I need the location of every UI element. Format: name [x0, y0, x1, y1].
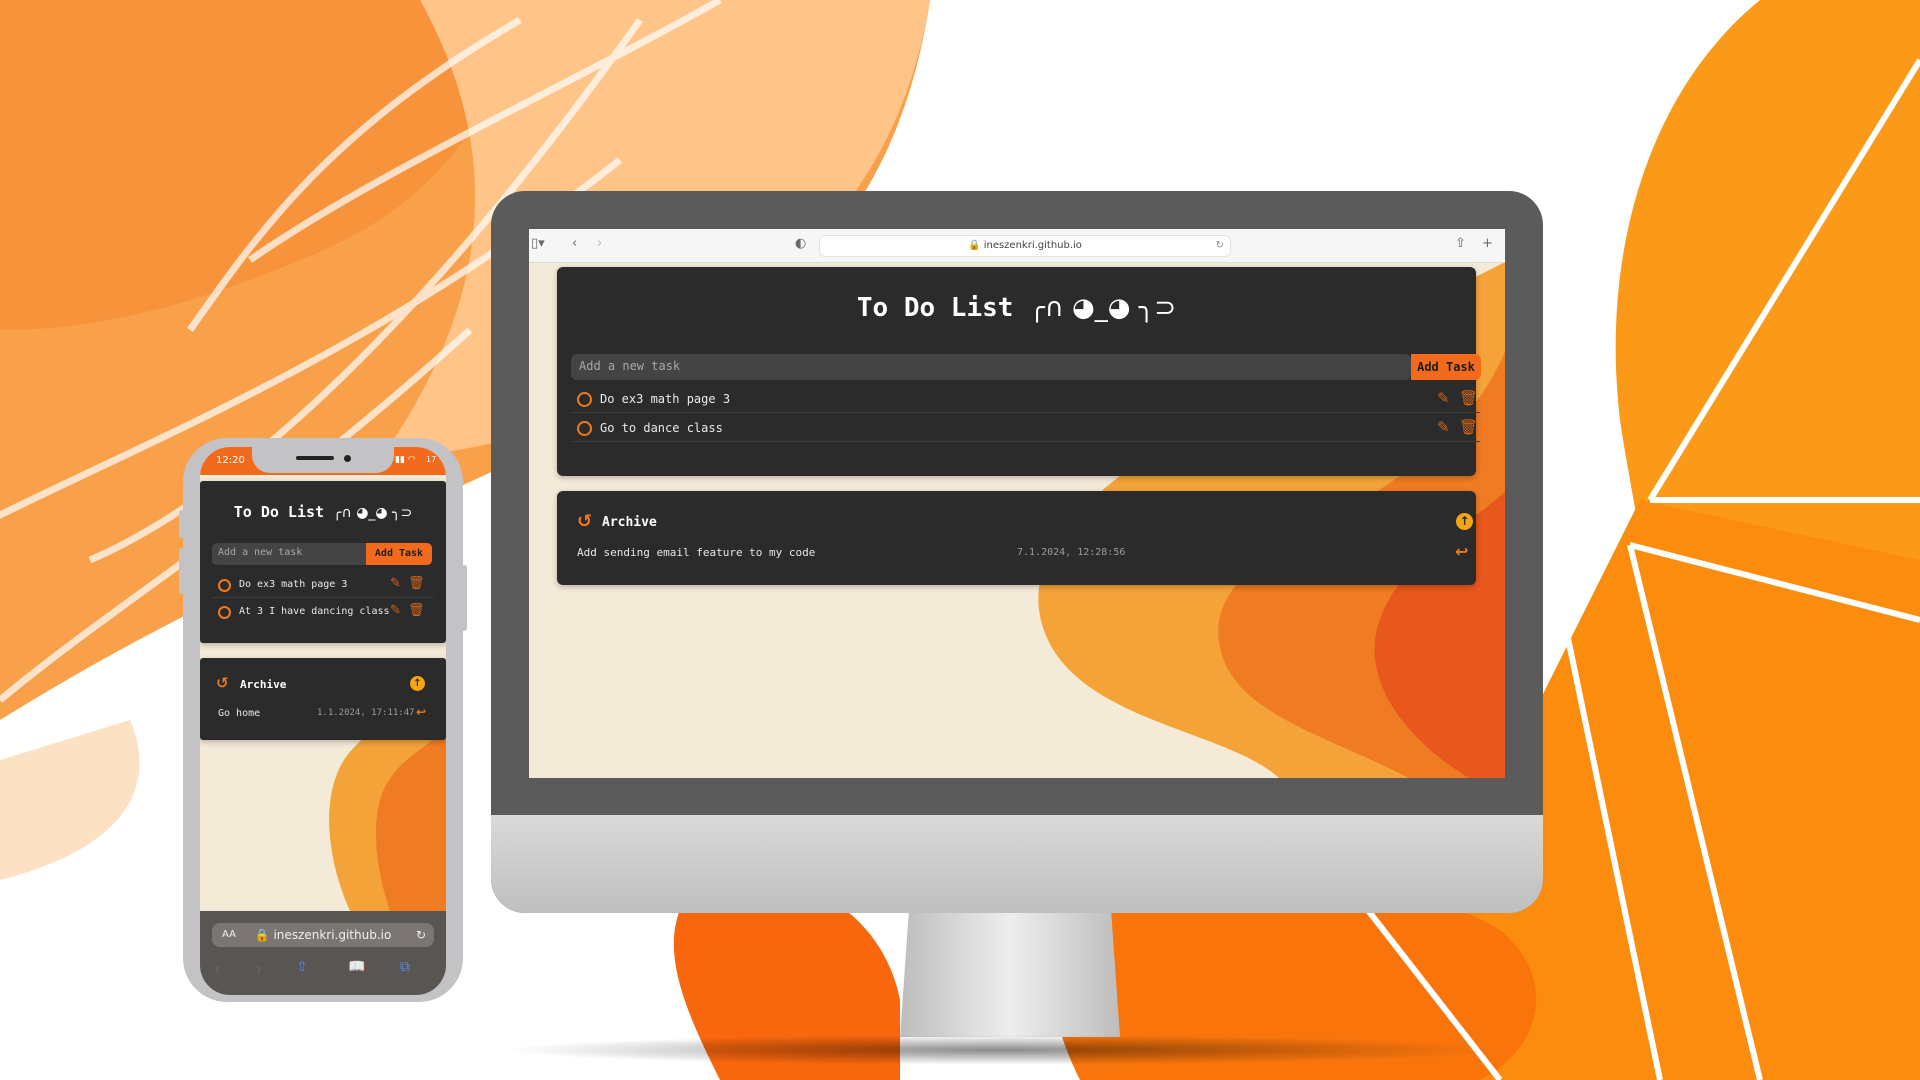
history-icon: ↺	[216, 674, 229, 692]
monitor-stand	[900, 912, 1120, 1037]
privacy-shield-icon[interactable]: ◐	[795, 236, 806, 251]
forward-icon[interactable]: ›	[256, 959, 262, 978]
bookmarks-icon[interactable]: 📖	[348, 959, 365, 975]
task-label: Go to dance class	[600, 421, 723, 435]
task-checkbox[interactable]	[218, 606, 231, 619]
new-task-input[interactable]: Add a new task	[212, 543, 366, 565]
lock-icon: 🔒	[968, 240, 981, 251]
add-task-button[interactable]: Add Task	[1411, 354, 1481, 380]
trash-icon[interactable]: 🗑	[408, 603, 425, 618]
url-text: ineszenkri.github.io	[273, 928, 392, 942]
task-checkbox[interactable]	[218, 579, 231, 592]
task-row: Do ex3 math page 3 ✎ 🗑	[212, 573, 434, 598]
title-face: ╭∩ ◕_◕ ╮⊃	[333, 505, 413, 521]
collapse-archive-button[interactable]: ↑	[410, 676, 425, 691]
edit-pencil-icon[interactable]: ✎	[390, 603, 401, 618]
url-text: ineszenkri.github.io	[983, 240, 1082, 251]
share-icon[interactable]: ⇧	[1455, 236, 1466, 251]
title-text: To Do List	[233, 503, 325, 521]
monitor-chin	[491, 815, 1543, 913]
input-placeholder: Add a new task	[218, 547, 303, 558]
todo-card: To Do List ╭∩ ◕_◕ ╮⊃ Add a new task Add …	[557, 267, 1481, 476]
trash-icon[interactable]: 🗑	[408, 576, 425, 591]
add-task-button[interactable]: Add Task	[366, 543, 432, 565]
edit-pencil-icon[interactable]: ✎	[1437, 389, 1450, 407]
monitor-stand-shadow	[500, 1035, 1500, 1065]
page-title: To Do List ╭∩ ◕_◕ ╮⊃	[557, 293, 1476, 323]
phone-screen: 12:20 ▮▮ ◠ 17 To Do List ╭∩ ◕_◕ ╮⊃ Add a…	[200, 447, 446, 995]
task-checkbox[interactable]	[577, 421, 592, 436]
back-icon[interactable]: ‹	[214, 959, 220, 978]
tabs-icon[interactable]: ⧉	[400, 959, 410, 975]
todo-card: To Do List ╭∩ ◕_◕ ╮⊃ Add a new task Add …	[200, 481, 446, 643]
archive-title: Archive	[602, 515, 657, 530]
archive-item-time: 1.1.2024, 17:11:47	[317, 708, 415, 718]
trash-icon[interactable]: 🗑	[1459, 389, 1478, 407]
browser-toolbar: ▯▾ ‹ › ◐ 🔒 ineszenkri.github.io ↻ ⇧ +	[529, 229, 1505, 263]
archive-title: Archive	[240, 678, 287, 691]
history-icon: ↺	[577, 511, 593, 532]
archive-card: ↺ Archive ↑ Add sending email feature to…	[557, 491, 1476, 585]
edit-pencil-icon[interactable]: ✎	[390, 576, 401, 591]
task-row: Go to dance class ✎ 🗑	[571, 413, 1480, 442]
phone-address-bar[interactable]: AA 🔒 ineszenkri.github.io ↻	[212, 923, 434, 947]
restore-icon[interactable]: ↩	[416, 705, 426, 719]
back-icon[interactable]: ‹	[572, 236, 577, 251]
status-time: 12:20	[216, 455, 245, 466]
phone-browser-bar: AA 🔒 ineszenkri.github.io ↻ ‹ › ⇧ 📖 ⧉	[200, 911, 446, 995]
task-row: Do ex3 math page 3 ✎ 🗑	[571, 384, 1480, 413]
share-icon[interactable]: ⇧	[296, 959, 308, 975]
restore-icon[interactable]: ↩	[1455, 542, 1468, 561]
input-placeholder: Add a new task	[579, 359, 681, 373]
archive-item-label: Add sending email feature to my code	[577, 546, 816, 559]
task-label: At 3 I have dancing class	[239, 606, 390, 617]
phone-camera	[344, 455, 351, 462]
new-tab-icon[interactable]: +	[1482, 236, 1493, 251]
phone-speaker	[296, 456, 334, 460]
title-face: ╭∩ ◕_◕ ╮⊃	[1029, 293, 1177, 323]
battery-icon: 17	[426, 455, 437, 464]
trash-icon[interactable]: 🗑	[1459, 418, 1478, 436]
task-label: Do ex3 math page 3	[239, 579, 348, 590]
new-task-input[interactable]: Add a new task	[571, 354, 1411, 380]
archive-card: ↺ Archive ↑ Go home 1.1.2024, 17:11:47 ↩	[200, 658, 446, 740]
task-label: Do ex3 math page 3	[600, 392, 731, 406]
collapse-archive-button[interactable]: ↑	[1456, 513, 1473, 530]
lock-icon: 🔒	[254, 928, 270, 942]
archive-item-label: Go home	[218, 708, 261, 719]
text-size-button[interactable]: AA	[222, 923, 236, 947]
page-title: To Do List ╭∩ ◕_◕ ╮⊃	[200, 503, 446, 521]
archive-item-time: 7.1.2024, 12:28:56	[1017, 547, 1126, 558]
desktop-screen: ▯▾ ‹ › ◐ 🔒 ineszenkri.github.io ↻ ⇧ + To…	[529, 229, 1505, 778]
reload-icon[interactable]: ↻	[416, 923, 426, 947]
signal-wifi-icon: ▮▮ ◠	[395, 455, 416, 465]
task-checkbox[interactable]	[577, 392, 592, 407]
sidebar-toggle-icon[interactable]: ▯▾	[531, 236, 545, 251]
title-text: To Do List	[856, 293, 1014, 323]
reload-icon[interactable]: ↻	[1216, 236, 1224, 256]
forward-icon[interactable]: ›	[597, 236, 602, 251]
edit-pencil-icon[interactable]: ✎	[1437, 418, 1450, 436]
address-bar[interactable]: 🔒 ineszenkri.github.io ↻	[819, 235, 1231, 257]
phone-notch	[252, 447, 394, 473]
task-row: At 3 I have dancing class ✎ 🗑	[212, 600, 434, 624]
